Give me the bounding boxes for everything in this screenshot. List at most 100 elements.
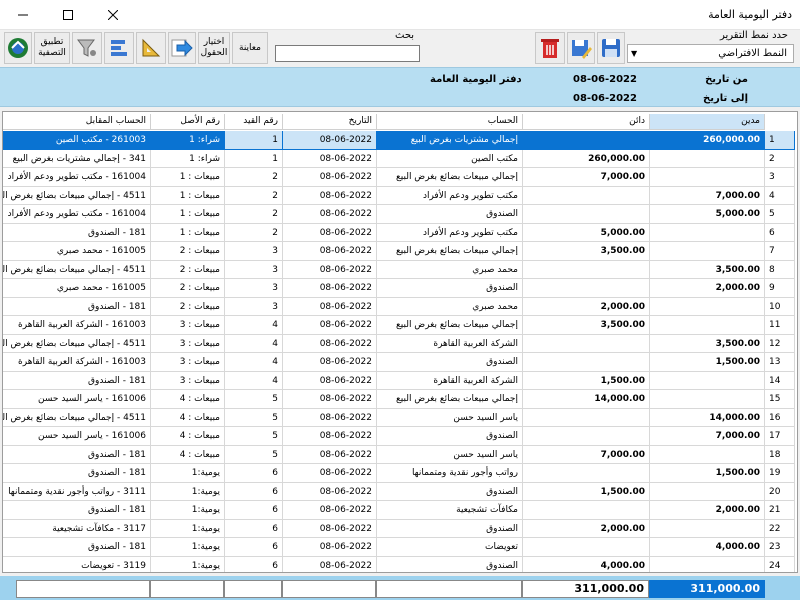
cell-date[interactable]: 08-06-2022 xyxy=(283,205,377,224)
column-header-credit[interactable]: دائن xyxy=(523,114,650,130)
cell-credit[interactable]: 1,500.00 xyxy=(523,371,650,390)
cell-rn[interactable]: 2 xyxy=(765,149,795,168)
cell-account[interactable]: إجمالي مبيعات بضائع بغرض البيع xyxy=(377,390,523,409)
cell-entry[interactable]: 6 xyxy=(225,501,283,520)
cell-counter[interactable]: 161006 - ياسر السيد حسن xyxy=(3,390,151,409)
cell-origin[interactable]: يومية:1 xyxy=(151,519,225,538)
cell-credit[interactable]: 2,000.00 xyxy=(523,297,650,316)
cell-counter[interactable]: 181 - الصندوق xyxy=(3,445,151,464)
delete-button[interactable] xyxy=(535,32,565,64)
cell-date[interactable]: 08-06-2022 xyxy=(283,260,377,279)
cell-credit[interactable] xyxy=(523,408,650,427)
cell-credit[interactable] xyxy=(523,334,650,353)
cell-origin[interactable]: مبيعات : 3 xyxy=(151,371,225,390)
cell-rn[interactable]: 16 xyxy=(765,408,795,427)
cell-origin[interactable]: مبيعات : 1 xyxy=(151,186,225,205)
cell-debit[interactable] xyxy=(650,242,765,261)
cell-counter[interactable]: 181 - الصندوق xyxy=(3,371,151,390)
table-row[interactable]: 10 2,000.00 محمد صبري 08-06-2022 3 مبيعات : 2… xyxy=(3,297,797,316)
column-header-date[interactable]: التاريخ xyxy=(283,114,377,130)
cell-counter[interactable]: 161003 - الشركة العربية القاهرة xyxy=(3,316,151,335)
table-row[interactable]: 20 1,500.00 الصندوق 08-06-2022 6 يومية:1 3111 … xyxy=(3,482,797,501)
cell-entry[interactable]: 2 xyxy=(225,168,283,187)
cell-entry[interactable]: 3 xyxy=(225,260,283,279)
cell-rn[interactable]: 17 xyxy=(765,427,795,446)
cell-account[interactable]: الصندوق xyxy=(377,482,523,501)
cell-date[interactable]: 08-06-2022 xyxy=(283,131,377,150)
cell-credit[interactable]: 3,500.00 xyxy=(523,316,650,335)
minimize-button[interactable] xyxy=(0,0,45,30)
cell-counter[interactable]: 181 - الصندوق xyxy=(3,501,151,520)
cell-counter[interactable]: 341 - إجمالي مشتريات بغرض البيع xyxy=(3,149,151,168)
table-row[interactable]: 17 7,000.00 الصندوق 08-06-2022 5 مبيعات : 4 16… xyxy=(3,427,797,446)
table-row[interactable]: 8 3,500.00 محمد صبري 08-06-2022 3 مبيعات : 24… xyxy=(3,260,797,279)
cell-rn[interactable]: 3 xyxy=(765,168,795,187)
close-button[interactable] xyxy=(90,0,135,30)
cell-rn[interactable]: 18 xyxy=(765,445,795,464)
cell-account[interactable]: الصندوق xyxy=(377,205,523,224)
export-button[interactable] xyxy=(4,32,32,64)
table-row[interactable]: 19 1,500.00 رواتب وأجور نقدية ومتممانها 08-… xyxy=(3,464,797,483)
cell-account[interactable]: تعويضات xyxy=(377,538,523,557)
cell-debit[interactable] xyxy=(650,390,765,409)
cell-debit[interactable] xyxy=(650,556,765,572)
cell-credit[interactable]: 14,000.00 xyxy=(523,390,650,409)
cell-origin[interactable]: مبيعات : 4 xyxy=(151,445,225,464)
cell-account[interactable]: إجمالي مبيعات بضائع بغرض البيع xyxy=(377,242,523,261)
cell-origin[interactable]: مبيعات : 4 xyxy=(151,408,225,427)
cell-account[interactable]: الصندوق xyxy=(377,556,523,572)
cell-entry[interactable]: 6 xyxy=(225,519,283,538)
cell-credit[interactable] xyxy=(523,353,650,372)
cell-rn[interactable]: 13 xyxy=(765,353,795,372)
cell-date[interactable]: 08-06-2022 xyxy=(283,297,377,316)
ruler-button[interactable] xyxy=(136,32,166,64)
cell-counter[interactable]: 161003 - الشركة العربية القاهرة xyxy=(3,353,151,372)
cell-origin[interactable]: مبيعات : 1 xyxy=(151,168,225,187)
cell-entry[interactable]: 5 xyxy=(225,427,283,446)
cell-counter[interactable]: 161005 - محمد صبري xyxy=(3,279,151,298)
cell-account[interactable]: رواتب وأجور نقدية ومتممانها xyxy=(377,464,523,483)
table-row[interactable]: 5 5,000.00 الصندوق 08-06-2022 2 مبيعات : 1 161… xyxy=(3,205,797,224)
cell-credit[interactable]: 4,000.00 xyxy=(523,556,650,572)
cell-date[interactable]: 08-06-2022 xyxy=(283,427,377,446)
cell-rn[interactable]: 8 xyxy=(765,260,795,279)
cell-debit[interactable]: 2,000.00 xyxy=(650,501,765,520)
cell-rn[interactable]: 12 xyxy=(765,334,795,353)
table-row[interactable]: 2 260,000.00 مكتب الصين 08-06-2022 1 شراء: 13… xyxy=(3,149,797,168)
table-row[interactable]: 6 5,000.00 مكتب تطوير ودعم الأفراد 08-06-20… xyxy=(3,223,797,242)
cell-counter[interactable]: 3117 - مكافآت تشجيعية xyxy=(3,519,151,538)
table-row[interactable]: 16 14,000.00 ياسر السيد حسن 08-06-2022 5 مبيع… xyxy=(3,408,797,427)
cell-origin[interactable]: يومية:1 xyxy=(151,501,225,520)
cell-account[interactable]: مكتب تطوير ودعم الأفراد xyxy=(377,223,523,242)
column-header-counter-account[interactable]: الحساب المقابل xyxy=(3,114,151,130)
table-row[interactable]: 24 4,000.00 الصندوق 08-06-2022 6 يومية:1 3119 … xyxy=(3,556,797,572)
table-row[interactable]: 15 14,000.00 إجمالي مبيعات بضائع بغرض البي… xyxy=(3,390,797,409)
cell-debit[interactable] xyxy=(650,482,765,501)
cell-entry[interactable]: 6 xyxy=(225,538,283,557)
cell-rn[interactable]: 7 xyxy=(765,242,795,261)
cell-date[interactable]: 08-06-2022 xyxy=(283,538,377,557)
cell-origin[interactable]: يومية:1 xyxy=(151,482,225,501)
cell-account[interactable]: إجمالي مبيعات بضائع بغرض البيع xyxy=(377,168,523,187)
cell-entry[interactable]: 4 xyxy=(225,316,283,335)
apply-filter-button[interactable]: تطبيق التصفية xyxy=(34,32,70,64)
cell-entry[interactable]: 6 xyxy=(225,464,283,483)
cell-entry[interactable]: 4 xyxy=(225,334,283,353)
cell-origin[interactable]: مبيعات : 1 xyxy=(151,223,225,242)
cell-debit[interactable]: 2,000.00 xyxy=(650,279,765,298)
cell-credit[interactable]: 7,000.00 xyxy=(523,168,650,187)
cell-account[interactable]: ياسر السيد حسن xyxy=(377,408,523,427)
cell-rn[interactable]: 23 xyxy=(765,538,795,557)
cell-entry[interactable]: 2 xyxy=(225,205,283,224)
cell-credit[interactable] xyxy=(523,538,650,557)
table-row[interactable]: 7 3,500.00 إجمالي مبيعات بضائع بغرض البيع 0… xyxy=(3,242,797,261)
cell-counter[interactable]: 3111 - رواتب وأجور نقدية ومتممانها xyxy=(3,482,151,501)
cell-debit[interactable]: 4,000.00 xyxy=(650,538,765,557)
cell-account[interactable]: الصندوق xyxy=(377,519,523,538)
cell-rn[interactable]: 9 xyxy=(765,279,795,298)
cell-debit[interactable] xyxy=(650,297,765,316)
search-input[interactable] xyxy=(275,45,420,62)
cell-date[interactable]: 08-06-2022 xyxy=(283,316,377,335)
cell-credit[interactable]: 7,000.00 xyxy=(523,445,650,464)
cell-rn[interactable]: 24 xyxy=(765,556,795,572)
